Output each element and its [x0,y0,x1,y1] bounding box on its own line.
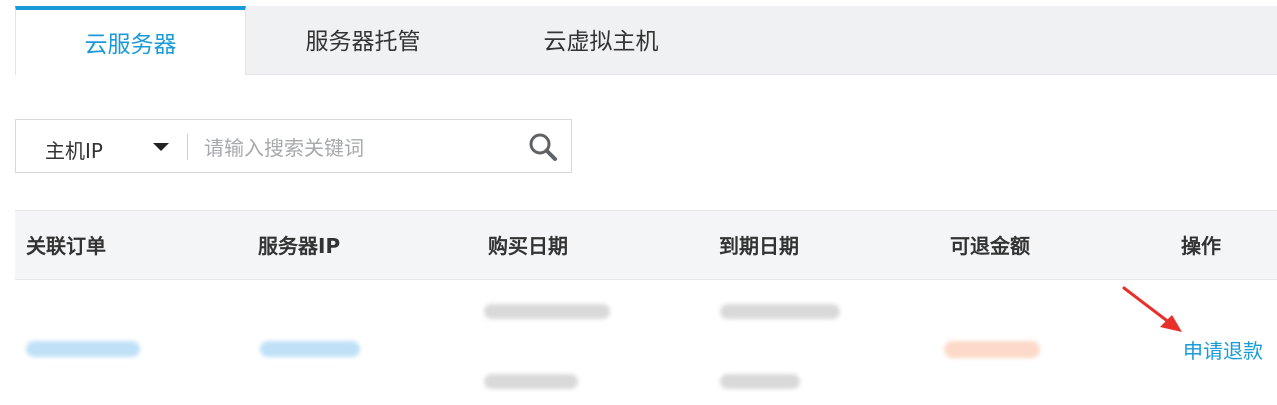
order-link-redacted[interactable] [26,341,140,357]
column-header-purchase-date: 购买日期 [488,234,568,258]
search-icon [529,133,557,161]
search-button[interactable] [528,132,558,162]
search-filter-value: 主机IP [45,139,103,163]
tab-cloud-server[interactable]: 云服务器 [15,6,246,75]
search-input[interactable] [202,130,516,166]
tab-cloud-virtual-host[interactable]: 云虚拟主机 [481,6,721,74]
purchase-date-redacted [484,304,610,319]
search-filter-select[interactable]: 主机IP [16,120,186,172]
arrow-annotation-icon [1122,286,1182,332]
purchase-time-redacted [484,374,578,389]
column-header-actions: 操作 [1181,234,1221,258]
table-header: 关联订单 服务器IP 购买日期 到期日期 可退金额 操作 [15,210,1277,280]
expiry-date-redacted [720,304,840,319]
expiry-time-redacted [720,374,800,389]
column-header-refundable-amount: 可退金额 [950,234,1030,258]
column-header-order: 关联订单 [26,234,106,258]
refundable-amount-redacted [944,341,1040,358]
column-header-server-ip: 服务器IP [258,234,341,258]
search-bar: 主机IP [15,119,572,173]
product-tab-bar: 云服务器 服务器托管 云虚拟主机 [15,6,1277,75]
apply-refund-link[interactable]: 申请退款 [1183,335,1263,364]
search-divider [187,134,188,160]
server-ip-redacted [260,341,360,357]
refund-page: 云服务器 服务器托管 云虚拟主机 主机IP 关联订单 服务器IP 购买日期 到期… [0,0,1277,405]
tab-server-hosting[interactable]: 服务器托管 [245,6,481,74]
column-header-expiry-date: 到期日期 [719,234,799,258]
caret-down-icon [153,143,169,151]
